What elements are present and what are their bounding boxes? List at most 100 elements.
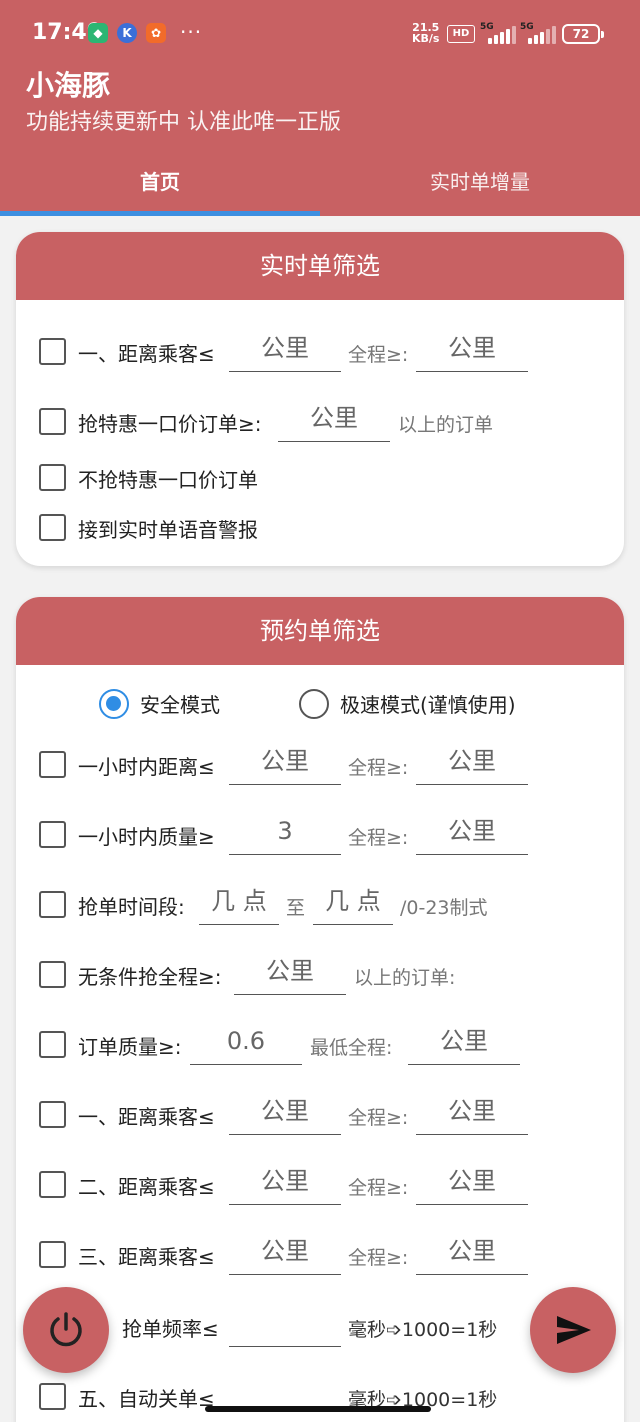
realtime-filter-card: 实时单筛选 一、距离乘客≤ 公里 全程≥: 公里 抢特惠一口价订单≥: 公里 以…: [16, 232, 624, 566]
input-distance-2-km[interactable]: 公里: [229, 1161, 341, 1205]
label-unconditional: 无条件抢全程≥:: [78, 965, 222, 989]
checkbox-distance-2[interactable]: [39, 1171, 66, 1198]
battery-icon: 72: [562, 24, 604, 44]
shield-icon: ◆: [88, 23, 108, 43]
row-hour-quality: 一小时内质量≥ 3 全程≥: 公里: [16, 811, 624, 859]
hint-time-format: /0-23制式: [400, 897, 488, 919]
signal-icon-2: 5G: [520, 22, 556, 44]
hint-distance-1-total: 全程≥:: [348, 1107, 409, 1129]
hint-distance-2-total: 全程≥:: [348, 1177, 409, 1199]
input-order-quality[interactable]: 0.6: [190, 1021, 302, 1065]
row-unconditional: 无条件抢全程≥: 公里 以上的订单:: [16, 951, 624, 999]
row-distance-2: 二、距离乘客≤ 公里 全程≥: 公里: [16, 1161, 624, 1209]
input-distance-2-total-km[interactable]: 公里: [416, 1161, 528, 1205]
tab-realtime-increment[interactable]: 实时单增量: [320, 166, 640, 195]
label-special-price: 抢特惠一口价订单≥:: [78, 412, 262, 436]
input-distance-3-km[interactable]: 公里: [229, 1231, 341, 1275]
row-special-price: 抢特惠一口价订单≥: 公里 以上的订单: [16, 398, 624, 446]
hint-hour-quality-total: 全程≥:: [348, 827, 409, 849]
row-hour-distance: 一小时内距离≤ 公里 全程≥: 公里: [16, 741, 624, 789]
input-time-end[interactable]: 几 点: [313, 881, 393, 925]
k-icon: K: [117, 23, 137, 43]
input-hour-distance-km[interactable]: 公里: [229, 741, 341, 785]
checkbox-distance-1[interactable]: [39, 1101, 66, 1128]
label-distance-2: 二、距离乘客≤: [78, 1175, 215, 1199]
checkbox-time-range[interactable]: [39, 891, 66, 918]
label-distance-1: 一、距离乘客≤: [78, 1105, 215, 1129]
input-realtime-total-km[interactable]: 公里: [416, 328, 528, 372]
home-indicator[interactable]: [205, 1406, 431, 1412]
checkbox-voice-alert[interactable]: [39, 514, 66, 541]
send-button[interactable]: [530, 1287, 616, 1373]
signal-label-2: 5G: [520, 22, 534, 32]
label-frequency: 抢单频率≤: [122, 1317, 219, 1341]
label-order-quality: 订单质量≥:: [78, 1035, 182, 1059]
checkbox-special-price[interactable]: [39, 408, 66, 435]
app-icon: ✿: [146, 23, 166, 43]
app-title: 小海豚: [26, 69, 111, 102]
label-time-sep: 至: [286, 897, 306, 919]
signal-label: 5G: [480, 22, 494, 32]
input-distance-1-km[interactable]: 公里: [229, 1091, 341, 1135]
hint-realtime-total: 全程≥:: [348, 344, 409, 366]
input-hour-quality[interactable]: 3: [229, 811, 341, 855]
status-bar: 17:49 ◆ K ✿ ··· 21.5 KB/s HD 5G 5G 72: [0, 0, 640, 68]
checkbox-unconditional[interactable]: [39, 961, 66, 988]
label-distance-3: 三、距离乘客≤: [78, 1245, 215, 1269]
checkbox-realtime-distance[interactable]: [39, 338, 66, 365]
label-no-special: 不抢特惠一口价订单: [78, 468, 258, 492]
hd-icon: HD: [447, 25, 475, 43]
input-frequency-ms[interactable]: [229, 1303, 341, 1347]
hint-distance-3-total: 全程≥:: [348, 1247, 409, 1269]
checkbox-distance-3[interactable]: [39, 1241, 66, 1268]
label-safe-mode: 安全模式: [140, 693, 220, 717]
input-special-price-km[interactable]: 公里: [278, 398, 390, 442]
checkbox-hour-distance[interactable]: [39, 751, 66, 778]
row-realtime-distance: 一、距离乘客≤ 公里 全程≥: 公里: [16, 328, 624, 376]
tab-home[interactable]: 首页: [0, 166, 320, 195]
input-realtime-distance-km[interactable]: 公里: [229, 328, 341, 372]
input-distance-1-total-km[interactable]: 公里: [416, 1091, 528, 1135]
label-time-range: 抢单时间段:: [78, 895, 185, 919]
label-hour-quality: 一小时内质量≥: [78, 825, 215, 849]
hint-unconditional: 以上的订单:: [354, 967, 456, 989]
net-speed: 21.5 KB/s: [412, 22, 439, 44]
checkbox-hour-quality[interactable]: [39, 821, 66, 848]
row-distance-3: 三、距离乘客≤ 公里 全程≥: 公里: [16, 1231, 624, 1279]
checkbox-order-quality[interactable]: [39, 1031, 66, 1058]
hint-min-total: 最低全程:: [310, 1037, 393, 1059]
more-notifications-icon: ···: [180, 20, 203, 44]
power-icon: [50, 1312, 82, 1347]
input-hour-quality-total-km[interactable]: 公里: [416, 811, 528, 855]
hint-frequency: 毫秒➩1000=1秒: [348, 1319, 498, 1341]
net-speed-unit: KB/s: [412, 32, 440, 45]
label-fast-mode: 极速模式(谨慎使用): [340, 693, 516, 717]
label-auto-close: 五、自动关单≤: [78, 1387, 215, 1411]
row-mode-select: 安全模式 极速模式(谨慎使用): [16, 679, 624, 727]
radio-safe-mode[interactable]: [99, 689, 129, 719]
input-hour-distance-total-km[interactable]: 公里: [416, 741, 528, 785]
row-order-quality: 订单质量≥: 0.6 最低全程: 公里: [16, 1021, 624, 1069]
row-time-range: 抢单时间段: 几 点 至 几 点 /0-23制式: [16, 881, 624, 929]
checkbox-no-special[interactable]: [39, 464, 66, 491]
signal-icon: 5G: [480, 22, 516, 44]
row-no-special: 不抢特惠一口价订单: [16, 454, 624, 502]
row-voice-alert: 接到实时单语音警报: [16, 504, 624, 552]
input-time-start[interactable]: 几 点: [199, 881, 279, 925]
hint-hour-distance-total: 全程≥:: [348, 757, 409, 779]
input-distance-3-total-km[interactable]: 公里: [416, 1231, 528, 1275]
checkbox-auto-close[interactable]: [39, 1383, 66, 1410]
row-distance-1: 一、距离乘客≤ 公里 全程≥: 公里: [16, 1091, 624, 1139]
label-hour-distance: 一小时内距离≤: [78, 755, 215, 779]
power-button[interactable]: [23, 1287, 109, 1373]
reserve-filter-title: 预约单筛选: [16, 597, 624, 665]
input-unconditional-km[interactable]: 公里: [234, 951, 346, 995]
app-header: 17:49 ◆ K ✿ ··· 21.5 KB/s HD 5G 5G 72 小海…: [0, 0, 640, 216]
hint-special-price: 以上的订单: [398, 414, 494, 436]
realtime-filter-title: 实时单筛选: [16, 232, 624, 300]
label-voice-alert: 接到实时单语音警报: [78, 518, 258, 542]
radio-fast-mode[interactable]: [299, 689, 329, 719]
input-min-total-km[interactable]: 公里: [408, 1021, 520, 1065]
tab-indicator: [0, 211, 320, 216]
app-subtitle: 功能持续更新中 认准此唯一正版: [26, 110, 341, 135]
